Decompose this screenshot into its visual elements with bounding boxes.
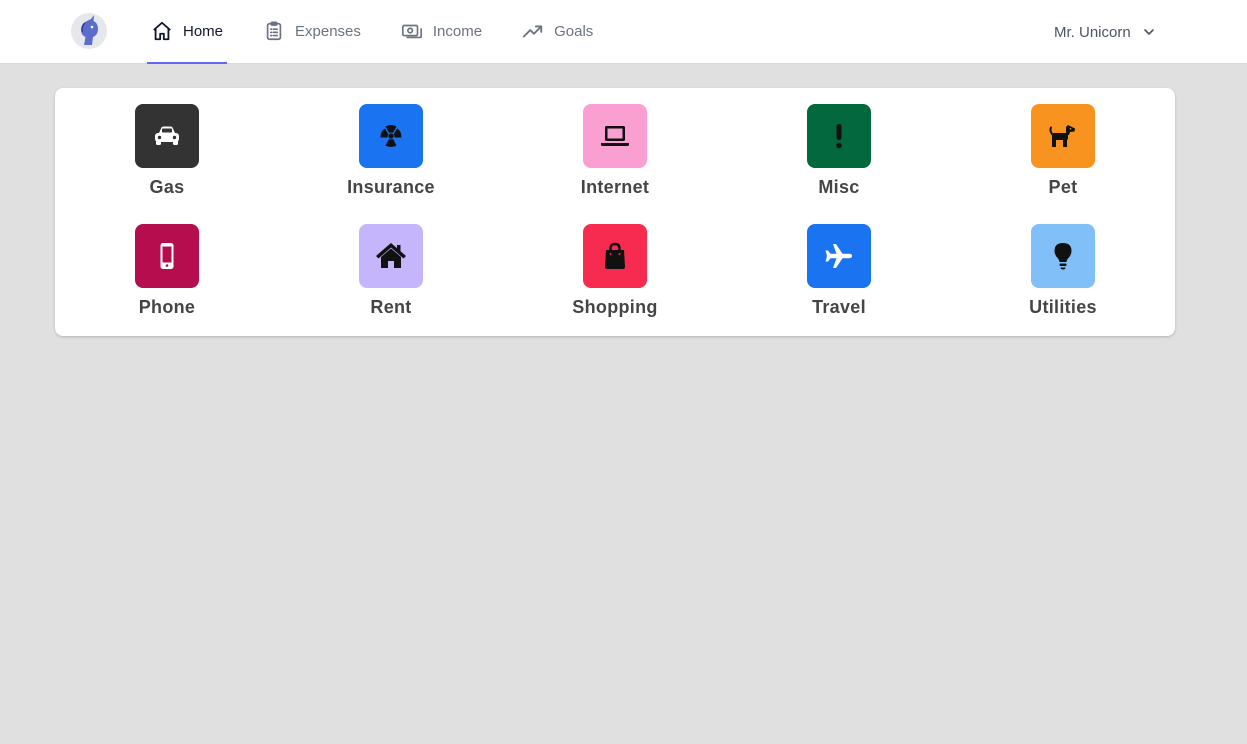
category-pet[interactable]: Pet — [983, 104, 1143, 204]
category-icon-box — [1031, 104, 1095, 168]
category-label: Misc — [818, 177, 860, 197]
user-menu[interactable]: Mr. Unicorn — [1054, 0, 1157, 64]
category-icon-box — [583, 224, 647, 288]
user-name: Mr. Unicorn — [1054, 23, 1131, 41]
category-gas[interactable]: Gas — [87, 104, 247, 204]
unicorn-logo[interactable] — [71, 13, 107, 49]
house-icon — [376, 243, 406, 268]
category-icon-box — [135, 104, 199, 168]
category-label: Gas — [149, 177, 185, 197]
laptop-icon — [601, 126, 629, 146]
nav-income-label: Income — [432, 22, 483, 40]
unicorn-icon — [81, 15, 98, 45]
categories-panel: Gas Insurance Internet Misc Pet Phone Re… — [55, 88, 1175, 336]
airplane-icon — [825, 244, 852, 268]
category-icon-box — [807, 104, 871, 168]
category-label: Pet — [1048, 177, 1078, 197]
category-label: Rent — [370, 297, 412, 317]
category-icon-box — [583, 104, 647, 168]
category-icon-box — [807, 224, 871, 288]
category-rent[interactable]: Rent — [311, 224, 471, 324]
category-icon-box — [135, 224, 199, 288]
exclamation-icon — [836, 124, 842, 149]
nav-goals-label: Goals — [554, 22, 594, 40]
nav-expenses-label: Expenses — [295, 22, 361, 40]
nav-expenses[interactable]: Expenses — [259, 0, 365, 64]
radiation-icon — [380, 125, 402, 147]
car-icon — [155, 126, 179, 145]
category-shopping[interactable]: Shopping — [535, 224, 695, 324]
nav-home[interactable]: Home — [147, 0, 228, 64]
shopping-bag-icon — [605, 242, 625, 269]
mobile-phone-icon — [160, 243, 174, 269]
category-travel[interactable]: Travel — [759, 224, 919, 324]
category-label: Phone — [138, 297, 196, 317]
category-icon-box — [359, 104, 423, 168]
category-label: Travel — [812, 297, 866, 317]
category-icon-box — [359, 224, 423, 288]
category-label: Shopping — [572, 297, 658, 317]
cash-icon — [401, 24, 422, 39]
category-icon-box — [1031, 224, 1095, 288]
nav-home-label: Home — [183, 22, 224, 40]
lightbulb-icon — [1054, 243, 1072, 270]
category-label: Insurance — [347, 177, 435, 197]
category-insurance[interactable]: Insurance — [311, 104, 471, 204]
home-icon — [153, 21, 171, 41]
dog-icon — [1049, 125, 1075, 147]
category-misc[interactable]: Misc — [759, 104, 919, 204]
category-phone[interactable]: Phone — [87, 224, 247, 324]
top-navbar: Home Expenses Income Goals Mr. Unicorn — [0, 0, 1247, 64]
nav-income[interactable]: Income — [397, 0, 486, 64]
category-label: Utilities — [1029, 297, 1097, 317]
clipboard-icon — [266, 21, 282, 41]
trending-up-icon — [523, 25, 543, 38]
chevron-down-icon — [1143, 29, 1154, 35]
category-internet[interactable]: Internet — [535, 104, 695, 204]
category-label: Internet — [580, 177, 650, 197]
main-nav: Home Expenses Income Goals — [147, 0, 629, 64]
nav-goals[interactable]: Goals — [518, 0, 597, 64]
category-utilities[interactable]: Utilities — [983, 224, 1143, 324]
